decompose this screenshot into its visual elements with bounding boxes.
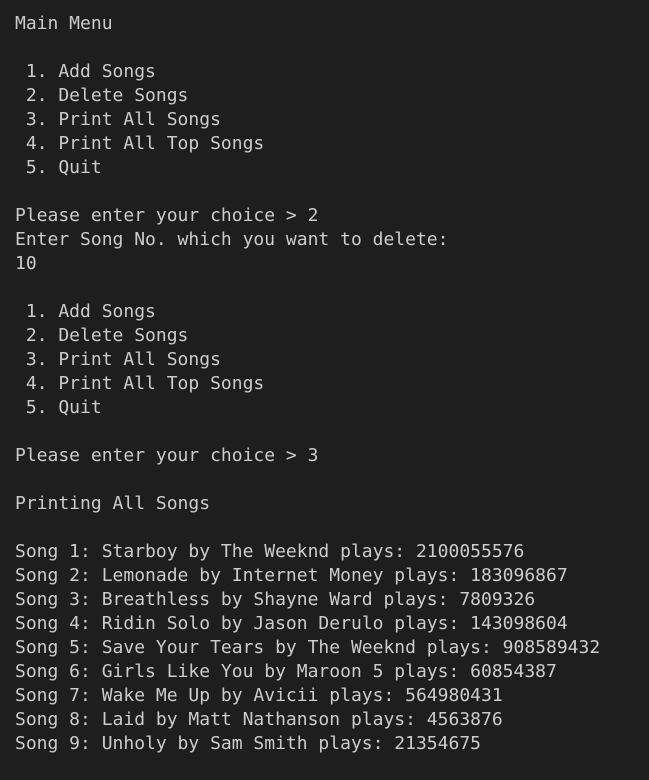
menu-option-add-songs: 1. Add Songs bbox=[15, 301, 156, 322]
menu-title: Main Menu bbox=[15, 13, 113, 34]
menu-option-add-songs: 1. Add Songs bbox=[15, 61, 156, 82]
menu-option-print-top-songs: 4. Print All Top Songs bbox=[15, 373, 265, 394]
song-line: Song 9: Unholy by Sam Smith plays: 21354… bbox=[15, 733, 481, 754]
menu-option-print-all-songs: 3. Print All Songs bbox=[15, 109, 221, 130]
terminal-output[interactable]: Main Menu 1. Add Songs 2. Delete Songs 3… bbox=[0, 0, 649, 780]
menu-option-quit: 5. Quit bbox=[15, 157, 102, 178]
delete-input: 10 bbox=[15, 253, 37, 274]
menu-option-delete-songs: 2. Delete Songs bbox=[15, 325, 189, 346]
choice-prompt: Please enter your choice > 2 bbox=[15, 205, 319, 226]
song-line: Song 6: Girls Like You by Maroon 5 plays… bbox=[15, 661, 557, 682]
menu-option-print-top-songs: 4. Print All Top Songs bbox=[15, 133, 265, 154]
section-heading: Printing All Songs bbox=[15, 493, 211, 514]
menu-option-delete-songs: 2. Delete Songs bbox=[15, 85, 189, 106]
song-line: Song 7: Wake Me Up by Avicii plays: 5649… bbox=[15, 685, 503, 706]
menu-option-quit: 5. Quit bbox=[15, 397, 102, 418]
song-line: Song 5: Save Your Tears by The Weeknd pl… bbox=[15, 637, 601, 658]
song-line: Song 2: Lemonade by Internet Money plays… bbox=[15, 565, 568, 586]
choice-prompt: Please enter your choice > 3 bbox=[15, 445, 319, 466]
song-line: Song 1: Starboy by The Weeknd plays: 210… bbox=[15, 541, 525, 562]
menu-option-print-all-songs: 3. Print All Songs bbox=[15, 349, 221, 370]
delete-prompt: Enter Song No. which you want to delete: bbox=[15, 229, 449, 250]
song-line: Song 4: Ridin Solo by Jason Derulo plays… bbox=[15, 613, 568, 634]
song-line: Song 8: Laid by Matt Nathanson plays: 45… bbox=[15, 709, 503, 730]
song-line: Song 3: Breathless by Shayne Ward plays:… bbox=[15, 589, 536, 610]
